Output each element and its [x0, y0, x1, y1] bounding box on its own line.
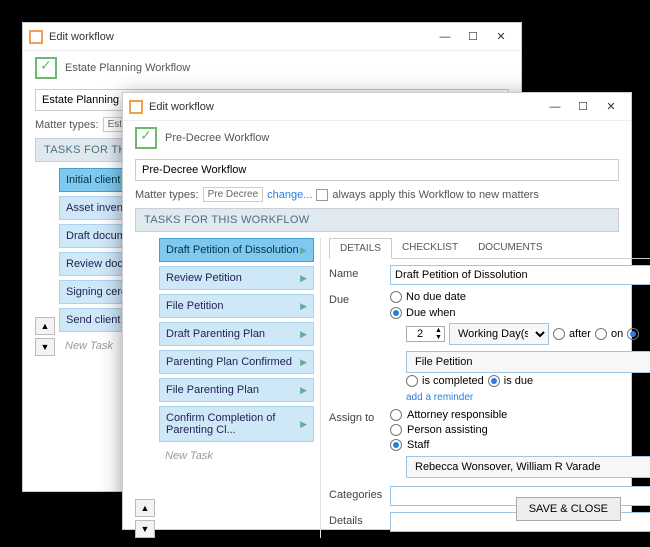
- due-when-label: Due when: [406, 307, 456, 319]
- due-unit-select[interactable]: Working Day(s): [449, 323, 549, 345]
- task-item[interactable]: File Petition▶: [159, 294, 314, 318]
- titlebar-title: Edit workflow: [49, 31, 431, 43]
- chevron-right-icon: ▶: [300, 385, 307, 396]
- app-icon: [29, 30, 43, 44]
- due-quantity-stepper[interactable]: ▲▼: [406, 326, 445, 342]
- task-item[interactable]: Parenting Plan Confirmed▶: [159, 350, 314, 374]
- staff-select[interactable]: Rebecca Wonsover, William R Varade: [406, 456, 650, 478]
- new-task-placeholder[interactable]: New Task: [159, 446, 314, 466]
- attorney-radio[interactable]: [390, 409, 402, 421]
- no-due-date-radio[interactable]: [390, 291, 402, 303]
- staff-label: Staff: [407, 439, 429, 451]
- minimize-button[interactable]: —: [541, 97, 569, 117]
- workflow-icon: [35, 57, 57, 79]
- staff-radio[interactable]: [390, 439, 402, 451]
- save-and-close-button[interactable]: SAVE & CLOSE: [516, 497, 621, 521]
- titlebar: Edit workflow — ☐ ✕: [123, 93, 631, 121]
- task-item[interactable]: File Parenting Plan▶: [159, 378, 314, 402]
- always-apply-checkbox[interactable]: [316, 189, 328, 201]
- assisting-label: Person assisting: [407, 424, 488, 436]
- is-completed-radio[interactable]: [406, 375, 418, 387]
- add-reminder-link[interactable]: add a reminder: [406, 392, 473, 403]
- window-title: Estate Planning Workflow: [65, 62, 190, 74]
- app-icon: [129, 100, 143, 114]
- task-item[interactable]: Review Petition▶: [159, 266, 314, 290]
- task-details-panel: DETAILS CHECKLIST DOCUMENTS Name Due No …: [320, 238, 650, 538]
- assign-to-label: Assign to: [329, 409, 384, 480]
- titlebar: Edit workflow — ☐ ✕: [23, 23, 521, 51]
- name-label: Name: [329, 265, 384, 285]
- change-matter-types-link[interactable]: change...: [267, 189, 312, 201]
- matter-type-chip[interactable]: Pre Decree: [203, 187, 264, 202]
- chevron-right-icon: ▶: [300, 329, 307, 340]
- is-due-radio[interactable]: [488, 375, 500, 387]
- before-label: before: [643, 328, 650, 340]
- titlebar-title: Edit workflow: [149, 101, 541, 113]
- after-radio[interactable]: [553, 328, 565, 340]
- window-heading: Estate Planning Workflow: [23, 51, 521, 89]
- task-item[interactable]: Draft Parenting Plan▶: [159, 322, 314, 346]
- task-item[interactable]: Draft Petition of Dissolution▶: [159, 238, 314, 262]
- move-up-button[interactable]: ▲: [135, 499, 155, 517]
- stepper-up-icon[interactable]: ▲: [433, 327, 444, 334]
- move-down-button[interactable]: ▼: [35, 338, 55, 356]
- workflow-icon: [135, 127, 157, 149]
- chevron-right-icon: ▶: [300, 273, 307, 284]
- on-label: on: [611, 328, 623, 340]
- is-due-label: is due: [504, 375, 533, 387]
- tab-documents[interactable]: DOCUMENTS: [468, 238, 552, 258]
- categories-label: Categories: [329, 486, 384, 506]
- always-apply-label: always apply this Workflow to new matter…: [332, 189, 538, 201]
- minimize-button[interactable]: —: [431, 27, 459, 47]
- workflow-name-input[interactable]: Pre-Decree Workflow: [135, 159, 619, 181]
- task-list: Draft Petition of Dissolution▶ Review Pe…: [159, 238, 314, 538]
- window-heading: Pre-Decree Workflow: [123, 121, 631, 159]
- task-item[interactable]: Confirm Completion of Parenting Cl...▶: [159, 406, 314, 442]
- chevron-right-icon: ▶: [300, 245, 307, 256]
- details-label: Details: [329, 512, 384, 532]
- matter-types-label: Matter types:: [35, 119, 99, 131]
- close-button[interactable]: ✕: [597, 97, 625, 117]
- chevron-right-icon: ▶: [300, 419, 307, 430]
- on-radio[interactable]: [595, 328, 607, 340]
- chevron-right-icon: ▶: [300, 357, 307, 368]
- maximize-button[interactable]: ☐: [459, 27, 487, 47]
- detail-tabs: DETAILS CHECKLIST DOCUMENTS: [329, 238, 650, 259]
- move-down-button[interactable]: ▼: [135, 520, 155, 538]
- is-completed-label: is completed: [422, 375, 484, 387]
- chevron-right-icon: ▶: [300, 301, 307, 312]
- edit-workflow-window-predecree: Edit workflow — ☐ ✕ Pre-Decree Workflow …: [122, 92, 632, 530]
- move-up-button[interactable]: ▲: [35, 317, 55, 335]
- tab-checklist[interactable]: CHECKLIST: [392, 238, 468, 258]
- maximize-button[interactable]: ☐: [569, 97, 597, 117]
- assisting-radio[interactable]: [390, 424, 402, 436]
- window-title: Pre-Decree Workflow: [165, 132, 269, 144]
- tasks-section-header: TASKS FOR THIS WORKFLOW: [135, 208, 619, 232]
- after-label: after: [569, 328, 591, 340]
- tab-details[interactable]: DETAILS: [329, 238, 392, 259]
- attorney-label: Attorney responsible: [407, 409, 507, 421]
- relative-task-select[interactable]: File Petition: [406, 351, 650, 373]
- due-quantity-input[interactable]: [407, 328, 433, 340]
- matter-types-label: Matter types:: [135, 189, 199, 201]
- close-button[interactable]: ✕: [487, 27, 515, 47]
- before-radio[interactable]: [627, 328, 639, 340]
- task-name-input[interactable]: [390, 265, 650, 285]
- stepper-down-icon[interactable]: ▼: [433, 334, 444, 341]
- due-when-radio[interactable]: [390, 307, 402, 319]
- due-label: Due: [329, 291, 384, 403]
- no-due-date-label: No due date: [406, 291, 466, 303]
